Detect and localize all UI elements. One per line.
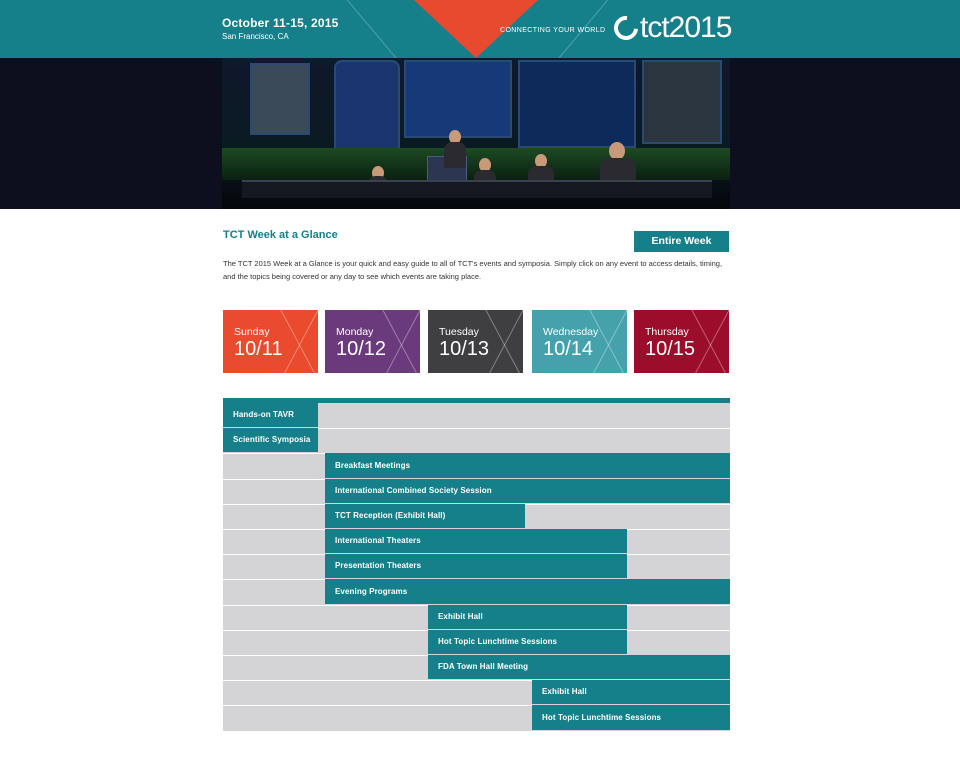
panel-table <box>242 180 712 198</box>
decor-line <box>346 0 399 58</box>
day-tile-thursday[interactable]: Thursday 10/15 <box>634 310 729 373</box>
day-date: 10/11 <box>234 338 283 360</box>
stage-screen <box>404 60 512 138</box>
schedule-event[interactable]: TCT Reception (Exhibit Hall) <box>325 504 525 528</box>
day-name: Sunday <box>234 326 270 338</box>
schedule-event[interactable]: Exhibit Hall <box>428 605 627 629</box>
entire-week-button[interactable]: Entire Week <box>634 231 729 252</box>
page-title: TCT Week at a Glance <box>223 229 338 241</box>
intro-description: The TCT 2015 Week at a Glance is your qu… <box>223 259 723 281</box>
stage-screen <box>250 63 310 135</box>
schedule-event[interactable]: Hands-on TAVR <box>223 403 318 427</box>
day-name: Wednesday <box>543 326 599 338</box>
schedule-event[interactable]: FDA Town Hall Meeting <box>428 655 730 679</box>
day-date: 10/13 <box>439 338 490 360</box>
hero-photo <box>0 58 960 209</box>
site-header: October 11-15, 2015 San Francisco, CA CO… <box>0 0 960 58</box>
schedule-event[interactable]: Hot Topic Lunchtime Sessions <box>532 705 730 730</box>
day-tile-wednesday[interactable]: Wednesday 10/14 <box>532 310 627 373</box>
header-content: October 11-15, 2015 San Francisco, CA CO… <box>222 0 732 58</box>
schedule-event[interactable]: Scientific Symposia <box>223 428 318 452</box>
stage-screen <box>518 60 636 148</box>
logo-text: tct2015 <box>640 11 732 44</box>
day-tile-monday[interactable]: Monday 10/12 <box>325 310 420 373</box>
day-tile-tuesday[interactable]: Tuesday 10/13 <box>428 310 523 373</box>
schedule-event[interactable]: Evening Programs <box>325 579 730 604</box>
schedule-event[interactable]: Exhibit Hall <box>532 680 730 704</box>
day-tile-sunday[interactable]: Sunday 10/11 <box>223 310 318 373</box>
schedule-grid: Hands-on TAVR Scientific Symposia Breakfas… <box>223 398 730 731</box>
tct-logo[interactable]: tct2015 <box>609 11 732 45</box>
tagline: CONNECTING YOUR WORLD <box>500 27 606 34</box>
day-selector: Sunday 10/11 Monday 10/12 Tuesday 10/13 … <box>223 310 730 373</box>
speaker <box>444 142 466 168</box>
conference-stage-image <box>222 58 730 209</box>
day-date: 10/15 <box>645 338 696 360</box>
stage-screen <box>642 60 722 144</box>
schedule-event[interactable]: International Combined Society Session <box>325 479 730 503</box>
event-date-range: October 11-15, 2015 <box>222 16 339 30</box>
schedule-event[interactable]: Presentation Theaters <box>325 554 627 578</box>
schedule-event[interactable]: International Theaters <box>325 529 627 553</box>
day-name: Monday <box>336 326 374 338</box>
schedule-event[interactable]: Breakfast Meetings <box>325 453 730 478</box>
day-date: 10/14 <box>543 338 594 360</box>
logo-swirl-icon <box>609 11 643 45</box>
schedule-event[interactable]: Hot Topic Lunchtime Sessions <box>428 630 627 654</box>
day-name: Tuesday <box>439 326 479 338</box>
event-dates: October 11-15, 2015 San Francisco, CA <box>222 16 339 41</box>
day-date: 10/12 <box>336 338 387 360</box>
event-location: San Francisco, CA <box>222 32 289 41</box>
day-name: Thursday <box>645 326 689 338</box>
